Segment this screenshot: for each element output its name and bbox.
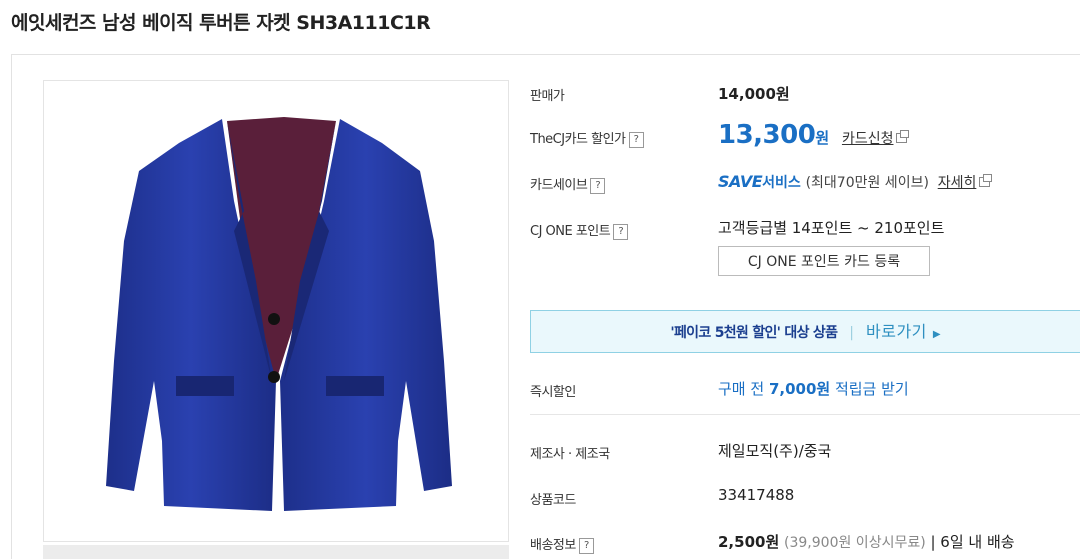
shipping-label: 배송정보? [530,534,594,554]
payco-go-link[interactable]: 바로가기 [866,322,927,341]
cj-card-price: 13,300 [718,120,816,150]
save-detail-link[interactable]: 자세히 [938,175,977,191]
thumbnail-strip [43,545,509,559]
save-service: 서비스 [762,175,801,191]
cjone-label-text: CJ ONE 포인트 [530,224,611,239]
help-icon[interactable]: ? [628,132,644,148]
card-save-row: SAVE서비스 (최대70만원 세이브) 자세히 [718,172,993,192]
cj-card-label: TheCJ카드 할인가? [530,128,644,148]
shipping-price: 2,500원 [718,533,780,551]
instant-discount-label: 즉시할인 [530,385,576,400]
cjone-register-button[interactable]: CJ ONE 포인트 카드 등록 [718,246,930,276]
card-save-label: 카드세이브? [530,174,606,194]
cj-card-price-row: 13,300원 카드신청 [718,120,910,150]
product-code-value: 33417488 [718,486,795,504]
help-icon[interactable]: ? [578,538,594,554]
cj-card-label-text: TheCJ카드 할인가 [530,132,626,147]
save-logo: SAVE [718,172,763,191]
maker-label: 제조사 · 제조국 [530,447,610,462]
shipping-days: | 6일 내 배송 [930,533,1015,551]
product-title: 에잇세컨즈 남성 베이직 투버튼 자켓 SH3A111C1R [11,12,431,34]
section-divider [530,414,1080,415]
price-label: 판매가 [530,89,565,104]
cj-card-won: 원 [815,129,830,147]
cjone-value: 고객등급별 14포인트 ~ 210포인트 [718,219,945,237]
payco-text: '페이코 5천원 할인' 대상 상품 [670,325,838,341]
shipping-free-condition: (39,900원 이상시무료) [784,535,926,551]
help-icon[interactable]: ? [613,224,629,240]
arrow-right-icon: ▶ [932,329,941,340]
instant-discount-link[interactable]: 구매 전 7,000원 적립금 받기 [718,378,909,399]
help-icon[interactable]: ? [590,178,606,194]
product-image[interactable] [43,80,509,542]
save-description: (최대70만원 세이브) [805,175,929,191]
jacket-image [106,117,452,511]
shipping-label-text: 배송정보 [530,538,576,553]
card-apply-link[interactable]: 카드신청 [842,131,894,147]
instant-amount: 7,000원 [768,380,831,398]
card-save-label-text: 카드세이브 [530,178,588,193]
external-link-icon [896,130,910,143]
instant-pre: 구매 전 [718,380,769,398]
external-link-icon [979,174,993,187]
shipping-row: 2,500원 (39,900원 이상시무료) | 6일 내 배송 [718,531,1015,552]
payco-banner[interactable]: '페이코 5천원 할인' 대상 상품 | 바로가기 ▶ [530,310,1080,353]
maker-value: 제일모직(주)/중국 [718,442,832,460]
payco-separator: | [849,325,854,341]
price-value: 14,000원 [718,85,790,103]
instant-post: 적립금 받기 [830,380,909,398]
product-code-label: 상품코드 [530,493,576,508]
cjone-label: CJ ONE 포인트? [530,220,629,240]
